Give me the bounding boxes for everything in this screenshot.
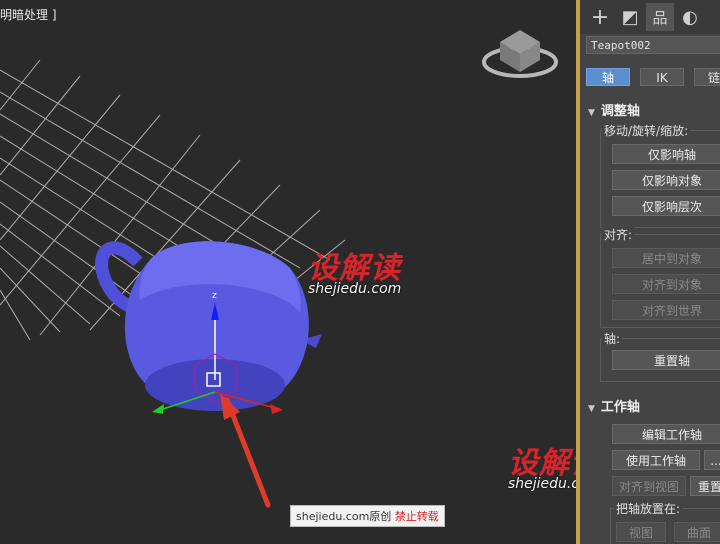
place-pivot-view-button[interactable]: 视图 — [616, 522, 666, 542]
reset-working-pivot-button[interactable]: 重置 — [690, 476, 720, 496]
affect-pivot-only-button[interactable]: 仅影响轴 — [612, 144, 720, 164]
place-pivot-surface-button[interactable]: 曲面 — [674, 522, 720, 542]
tab-modify[interactable]: ◩ — [616, 3, 644, 31]
credit-badge: shejiedu.com原创 禁止转载 — [290, 505, 445, 527]
pivot-group-label: 轴: — [602, 330, 623, 347]
edit-working-pivot-button[interactable]: 编辑工作轴 — [612, 424, 720, 444]
align-to-world-button[interactable]: 对齐到世界 — [612, 300, 720, 320]
center-to-object-button[interactable]: 居中到对象 — [612, 248, 720, 268]
watermark: 设解读 shejiedu.com — [308, 243, 401, 297]
move-rotate-scale-label: 移动/旋转/缩放: — [602, 122, 691, 139]
viewcube-icon — [482, 30, 558, 78]
align-to-view-button[interactable]: 对齐到视图 — [612, 476, 686, 496]
watermark-2: 设解读 shejiedu.com — [508, 438, 576, 492]
affect-hierarchy-only-button[interactable]: 仅影响层次 — [612, 196, 720, 216]
working-pivot-more-button[interactable]: ... — [704, 450, 720, 470]
working-pivot-rollout-header[interactable]: ▼ 工作轴 — [588, 396, 640, 415]
pivot-button[interactable]: 轴 — [586, 68, 630, 86]
watermark-url-2: shejiedu.com — [508, 476, 576, 492]
link-info-button[interactable]: 链 — [694, 68, 720, 86]
motion-icon: ◐ — [682, 6, 698, 28]
triangle-down-icon-2: ▼ — [588, 404, 595, 414]
object-name-field[interactable]: Teapot002 — [586, 36, 720, 54]
viewport-scene: z — [0, 30, 558, 508]
plus-icon: + — [590, 4, 610, 30]
ik-button[interactable]: IK — [640, 68, 684, 86]
reset-pivot-button[interactable]: 重置轴 — [612, 350, 720, 370]
hierarchy-mode-buttons: 轴 IK 链 — [586, 68, 720, 86]
command-panel-tabs: + ◩ 品 ◐ — [580, 0, 720, 34]
tab-motion[interactable]: ◐ — [676, 3, 704, 31]
gizmo-z-label: z — [212, 291, 217, 301]
modify-icon: ◩ — [621, 6, 639, 28]
align-to-object-button[interactable]: 对齐到对象 — [612, 274, 720, 294]
command-panel: + ◩ 品 ◐ Teapot002 轴 IK 链 ▼ 调整轴 移动/旋转/缩放: … — [580, 0, 720, 544]
adjust-pivot-title: 调整轴 — [600, 104, 640, 119]
viewport-label[interactable]: 明暗处理 ] — [0, 6, 57, 23]
annotation-arrow-icon — [220, 393, 271, 508]
tab-create[interactable]: + — [586, 3, 614, 31]
tab-hierarchy[interactable]: 品 — [646, 3, 674, 31]
hierarchy-icon: 品 — [652, 8, 668, 27]
alignment-label: 对齐: — [602, 226, 635, 243]
viewport-perspective[interactable]: z 明暗处理 ] 设解读 shejiedu.com 设解读 shejiedu.c… — [0, 0, 576, 544]
credit-warning: 禁止转载 — [394, 510, 439, 523]
use-working-pivot-button[interactable]: 使用工作轴 — [612, 450, 700, 470]
working-pivot-title: 工作轴 — [600, 400, 640, 415]
credit-text: shejiedu.com原创 — [296, 510, 395, 523]
affect-object-only-button[interactable]: 仅影响对象 — [612, 170, 720, 190]
adjust-pivot-rollout-header[interactable]: ▼ 调整轴 — [588, 100, 640, 119]
place-pivot-label: 把轴放置在: — [614, 500, 683, 517]
triangle-down-icon: ▼ — [588, 108, 595, 118]
watermark-url: shejiedu.com — [308, 281, 402, 297]
